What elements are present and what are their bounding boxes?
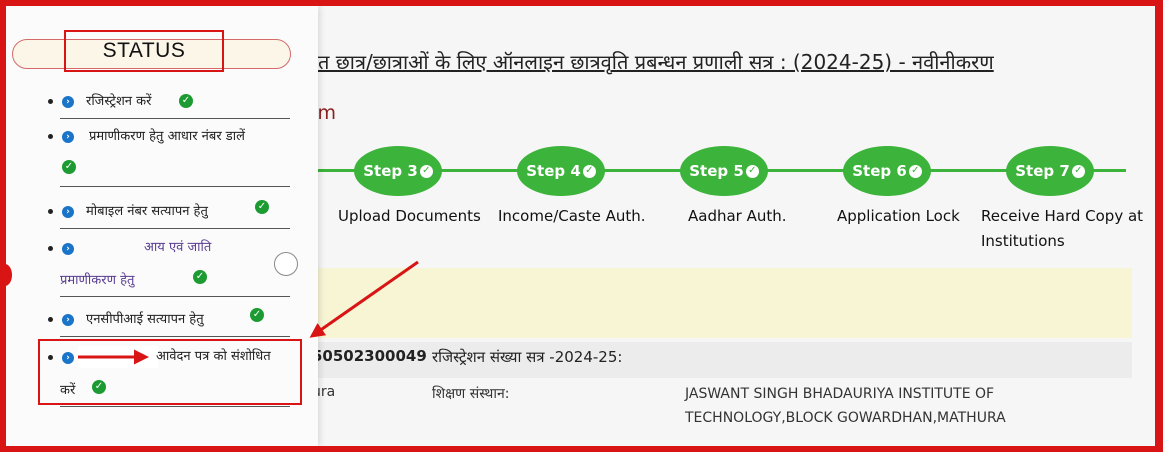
radio-circle[interactable]: [274, 252, 298, 276]
divider: [60, 296, 290, 297]
divider: [60, 336, 290, 337]
check-circle-icon: ✓: [255, 200, 269, 214]
step-4-caption: Income/Caste Auth.: [498, 207, 646, 225]
divider: [60, 118, 290, 119]
sidebar-item-registration[interactable]: रजिस्ट्रेशन करें: [86, 91, 151, 109]
sidebar-item-mobile[interactable]: मोबाइल नंबर सत्यापन हेतु: [86, 201, 208, 219]
sidebar-item-npci[interactable]: एनसीपीआई सत्यापन हेतु: [86, 309, 204, 327]
step-7-caption-line1: Receive Hard Copy at: [981, 207, 1144, 225]
divider: [60, 228, 290, 229]
check-icon: ✓: [582, 164, 596, 178]
bullet: [48, 246, 53, 251]
divider: [60, 406, 290, 407]
registration-row: [306, 342, 1132, 378]
sidebar-item-income-caste-line2[interactable]: प्रमाणीकरण हेतु: [60, 270, 134, 288]
step-6-badge[interactable]: Step 6 ✓: [843, 146, 931, 196]
registration-number: 50502300049: [312, 347, 427, 365]
step-6-caption: Application Lock: [837, 207, 960, 225]
chevron-right-icon: ›: [62, 131, 74, 143]
institution-label: शिक्षण संस्थान:: [432, 386, 510, 402]
step-4-badge[interactable]: Step 4 ✓: [517, 146, 605, 196]
step-7-label: Step 7: [1015, 162, 1070, 180]
chevron-right-icon: ›: [62, 96, 74, 108]
chevron-right-icon: ›: [62, 206, 74, 218]
check-icon: ✓: [1071, 164, 1085, 178]
sidebar-item-income-caste-line1[interactable]: आय एवं जाति: [144, 237, 211, 255]
chevron-right-icon: ›: [62, 314, 74, 326]
step-4-label: Step 4: [526, 162, 581, 180]
registration-label: रजिस्ट्रेशन संख्या सत्र -2024-25:: [432, 348, 623, 366]
step-7-badge[interactable]: Step 7 ✓: [1006, 146, 1094, 196]
step-3-label: Step 3: [363, 162, 418, 180]
check-circle-icon: ✓: [250, 308, 264, 322]
notice-band: [306, 268, 1132, 338]
step-3-caption: Upload Documents: [338, 207, 481, 225]
bullet: [48, 134, 53, 139]
divider: [60, 186, 290, 187]
bullet: [48, 209, 53, 214]
step-6-label: Step 6: [852, 162, 907, 180]
step-7-caption: Receive Hard Copy at Institutions: [981, 204, 1143, 254]
check-icon: ✓: [908, 164, 922, 178]
step-5-badge[interactable]: Step 5 ✓: [680, 146, 768, 196]
check-icon: ✓: [745, 164, 759, 178]
sidebar-edge-marker: [6, 264, 12, 286]
bullet: [48, 99, 53, 104]
check-circle-icon: ✓: [179, 94, 193, 108]
highlight-box: [38, 339, 302, 405]
bullet: [48, 317, 53, 322]
screenshot-frame: त छात्र/छात्राओं के लिए ऑनलाइन छात्रवृति…: [6, 6, 1155, 446]
check-circle-icon: ✓: [62, 160, 76, 174]
step-7-caption-line2: Institutions: [981, 232, 1065, 250]
step-5-caption: Aadhar Auth.: [688, 207, 787, 225]
status-title: STATUS: [64, 30, 224, 72]
step-5-label: Step 5: [689, 162, 744, 180]
check-icon: ✓: [419, 164, 433, 178]
chevron-right-icon: ›: [62, 243, 74, 255]
institution-value: JASWANT SINGH BHADAURIYA INSTITUTE OF TE…: [685, 386, 1006, 426]
step-3-badge[interactable]: Step 3 ✓: [354, 146, 442, 196]
check-circle-icon: ✓: [193, 270, 207, 284]
sidebar-item-aadhar[interactable]: प्रमाणीकरण हेतु आधार नंबर डालें: [89, 126, 245, 144]
page-title: त छात्र/छात्राओं के लिए ऑनलाइन छात्रवृति…: [318, 50, 994, 74]
